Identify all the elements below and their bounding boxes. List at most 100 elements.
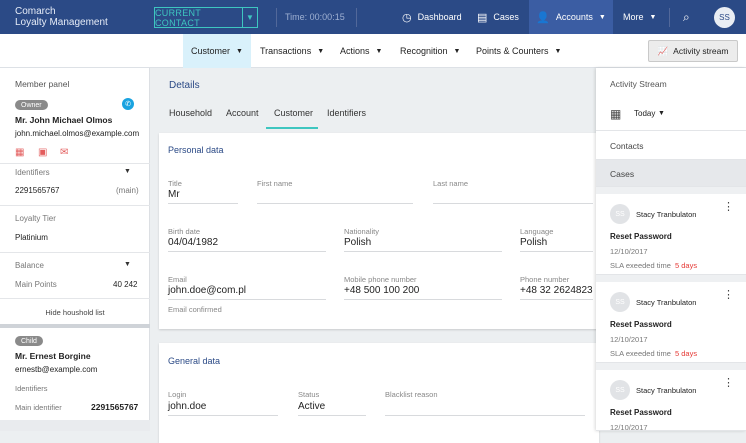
cases-list: SS Stacy Tranbulaton ⋮ Reset Password 12… — [596, 187, 746, 432]
current-contact-label: CURRENT CONTACT — [155, 7, 201, 28]
member-panel-title: Member panel — [15, 79, 70, 89]
case-item[interactable]: SS Stacy Tranbulaton ⋮ Reset Password 12… — [596, 370, 746, 432]
search-icon[interactable]: ⌕ — [683, 0, 690, 34]
phone-icon[interactable]: ✆ — [122, 98, 134, 110]
chevron-down-icon[interactable]: ▼ — [124, 261, 131, 268]
hide-household-button[interactable]: Hide houshold list — [0, 308, 150, 317]
nav-dashboard[interactable]: ◷ Dashboard — [402, 0, 462, 34]
activity-stream-button[interactable]: 📈 Activity stream — [648, 40, 738, 62]
menu-recognition[interactable]: Recognition ▼ — [400, 34, 460, 68]
more-vertical-icon[interactable]: ⋮ — [723, 378, 734, 389]
user-avatar[interactable]: SS — [714, 7, 735, 28]
menu-customer-label: Customer — [191, 46, 231, 56]
menu-transactions[interactable]: Transactions ▼ — [260, 34, 324, 68]
child-email: ernestb@example.com — [15, 365, 98, 374]
login-field[interactable]: john.doe — [168, 401, 206, 412]
divider — [356, 8, 357, 27]
field-underline — [520, 299, 593, 300]
loyalty-tier-label: Loyalty Tier — [15, 214, 56, 223]
field-underline — [344, 299, 502, 300]
chevron-down-icon: ▼ — [375, 47, 383, 55]
last-name-field[interactable] — [433, 203, 593, 204]
title-field[interactable]: Mr — [168, 189, 180, 200]
blacklist-reason-label: Blacklist reason — [385, 390, 438, 399]
main-points-label: Main Points — [15, 280, 57, 289]
menu-actions[interactable]: Actions ▼ — [340, 34, 382, 68]
child-badge: Child — [15, 336, 43, 346]
brand-line2: Loyalty Management — [15, 17, 108, 28]
tab-household[interactable]: Household — [169, 108, 212, 128]
active-tab-indicator — [266, 127, 318, 129]
nav-accounts[interactable]: 👤 Accounts ▼ — [529, 0, 613, 34]
menu-points-counters-label: Points & Counters — [476, 46, 549, 56]
contacts-label: Contacts — [610, 141, 644, 151]
case-subject: Reset Password — [610, 320, 672, 329]
activity-stream-title: Activity Stream — [610, 79, 667, 89]
divider — [0, 252, 150, 253]
chevron-down-icon: ▼ — [649, 13, 657, 21]
cases-section[interactable]: Cases — [596, 160, 746, 187]
last-name-label: Last name — [433, 179, 469, 188]
brand[interactable]: Comarch Loyalty Management — [15, 6, 108, 28]
chevron-down-icon: ▼ — [236, 47, 243, 55]
menu-customer[interactable]: Customer ▼ — [183, 34, 251, 68]
chevron-down-icon: ▼ — [453, 47, 461, 55]
case-item[interactable]: SS Stacy Tranbulaton ⋮ Reset Password 12… — [596, 194, 746, 275]
more-vertical-icon[interactable]: ⋮ — [723, 202, 734, 213]
brand-line1: Comarch — [15, 6, 56, 17]
child-main-identifier-label: Main identifier — [15, 403, 62, 412]
case-owner: Stacy Tranbulaton — [636, 210, 697, 219]
chevron-down-icon[interactable]: ▼ — [242, 8, 257, 27]
chevron-down-icon[interactable]: ▼ — [658, 110, 665, 117]
case-owner: Stacy Tranbulaton — [636, 298, 697, 307]
phone-number-field[interactable]: +48 32 2624823 — [520, 285, 593, 296]
menu-recognition-label: Recognition — [400, 46, 448, 56]
birth-date-field[interactable]: 04/04/1982 — [168, 237, 218, 248]
mobile-phone-field[interactable]: +48 500 100 200 — [344, 285, 419, 296]
tab-account[interactable]: Account — [226, 108, 259, 128]
email-field[interactable]: john.doe@com.pl — [168, 285, 246, 296]
identifiers-label: Identifiers — [15, 168, 50, 177]
more-vertical-icon[interactable]: ⋮ — [723, 290, 734, 301]
current-contact-button[interactable]: CURRENT CONTACT ▼ — [154, 7, 258, 28]
email-confirmed-label: Email confirmed — [168, 305, 222, 314]
calendar-icon[interactable]: ▣ — [38, 147, 47, 158]
activity-chart-icon: 📈 — [657, 45, 669, 56]
personal-data-card: Personal data Title Mr First name Last n… — [159, 133, 599, 329]
avatar: SS — [610, 204, 630, 224]
panel-footer — [0, 420, 150, 431]
first-name-label: First name — [257, 179, 293, 188]
mobile-phone-label: Mobile phone number — [344, 275, 417, 284]
owner-email: john.michael.olmos@example.com — [15, 129, 140, 138]
tab-customer[interactable]: Customer — [274, 108, 313, 128]
blacklist-reason-field[interactable] — [385, 415, 585, 416]
calendar-icon[interactable]: ▦ — [610, 107, 621, 121]
mail-icon[interactable]: ✉ — [60, 147, 68, 158]
language-field[interactable]: Polish — [520, 237, 547, 248]
tab-identifiers[interactable]: Identifiers — [327, 108, 366, 128]
nav-cases-label: Cases — [493, 12, 519, 22]
child-name[interactable]: Mr. Ernest Borgine — [15, 351, 91, 361]
first-name-field[interactable] — [257, 203, 413, 204]
nav-accounts-label: Accounts — [555, 12, 593, 22]
case-item[interactable]: SS Stacy Tranbulaton ⋮ Reset Password 12… — [596, 282, 746, 363]
status-field[interactable]: Active — [298, 401, 325, 412]
nav-cases[interactable]: ▤ Cases — [477, 0, 519, 34]
divider — [669, 8, 670, 27]
chevron-down-icon[interactable]: ▼ — [124, 168, 131, 175]
chevron-down-icon: ▼ — [554, 47, 562, 55]
menu-points-counters[interactable]: Points & Counters ▼ — [476, 34, 561, 68]
period-select[interactable]: Today — [634, 109, 655, 118]
contacts-section[interactable]: Contacts — [596, 130, 746, 160]
document-icon[interactable]: ▦ — [15, 147, 24, 158]
nav-more[interactable]: More ▼ — [623, 0, 656, 34]
general-data-title: General data — [168, 356, 221, 366]
separator — [0, 324, 150, 328]
nationality-field[interactable]: Polish — [344, 237, 371, 248]
field-underline — [344, 251, 502, 252]
status-label: Status — [298, 390, 320, 399]
divider — [0, 205, 150, 206]
details-area: Details Household Account Customer Ident… — [151, 68, 599, 443]
activity-stream-button-label: Activity stream — [673, 46, 729, 56]
owner-name[interactable]: Mr. John Michael Olmos — [15, 115, 112, 125]
